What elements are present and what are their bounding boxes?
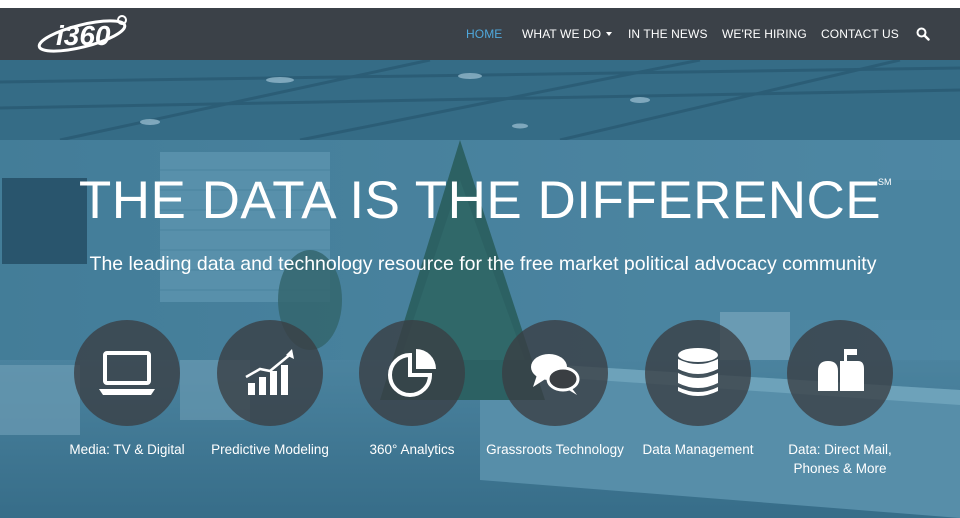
service-circle [645, 320, 751, 426]
nav-what-we-do-label: WHAT WE DO [522, 27, 602, 41]
top-strip [0, 0, 960, 8]
search-icon[interactable] [916, 27, 930, 41]
service-circle [217, 320, 323, 426]
hero-section: THE DATA IS THE DIFFERENCE SM The leadin… [0, 60, 960, 518]
service-circle [359, 320, 465, 426]
chat-bubbles-icon [531, 354, 580, 395]
bar-chart-icon [245, 349, 294, 395]
service-label: Data Management [642, 442, 754, 457]
pie-chart-icon [388, 349, 436, 397]
caret-down-icon [606, 32, 613, 36]
database-icon [678, 348, 718, 396]
i360-logo[interactable]: i360 [34, 12, 134, 56]
service-circle [502, 320, 608, 426]
nav-contact-us[interactable]: CONTACT US [821, 27, 899, 41]
navbar: i360 HOME WHAT WE DO IN THE NEWS WE'RE H… [0, 8, 960, 60]
service-mark: SM [878, 177, 892, 187]
nav-were-hiring[interactable]: WE'RE HIRING [722, 27, 807, 41]
service-label: Media: TV & Digital [69, 442, 185, 457]
svg-text:i360: i360 [56, 20, 111, 51]
service-label: Grassroots Technology [486, 442, 624, 457]
monitor-icon [99, 351, 155, 395]
nav-in-the-news[interactable]: IN THE NEWS [628, 27, 708, 41]
hero-subtitle: The leading data and technology resource… [89, 253, 877, 275]
service-label: Data: Direct Mail, Phones & More [788, 442, 892, 476]
nav-what-we-do[interactable]: WHAT WE DO [522, 27, 613, 41]
nav-home[interactable]: HOME [466, 27, 502, 41]
mailbox-icon [818, 349, 864, 391]
service-label: Predictive Modeling [211, 442, 329, 457]
service-circle [787, 320, 893, 426]
service-circle [74, 320, 180, 426]
hero-title: THE DATA IS THE DIFFERENCE [78, 171, 882, 230]
service-label: 360° Analytics [369, 442, 455, 457]
